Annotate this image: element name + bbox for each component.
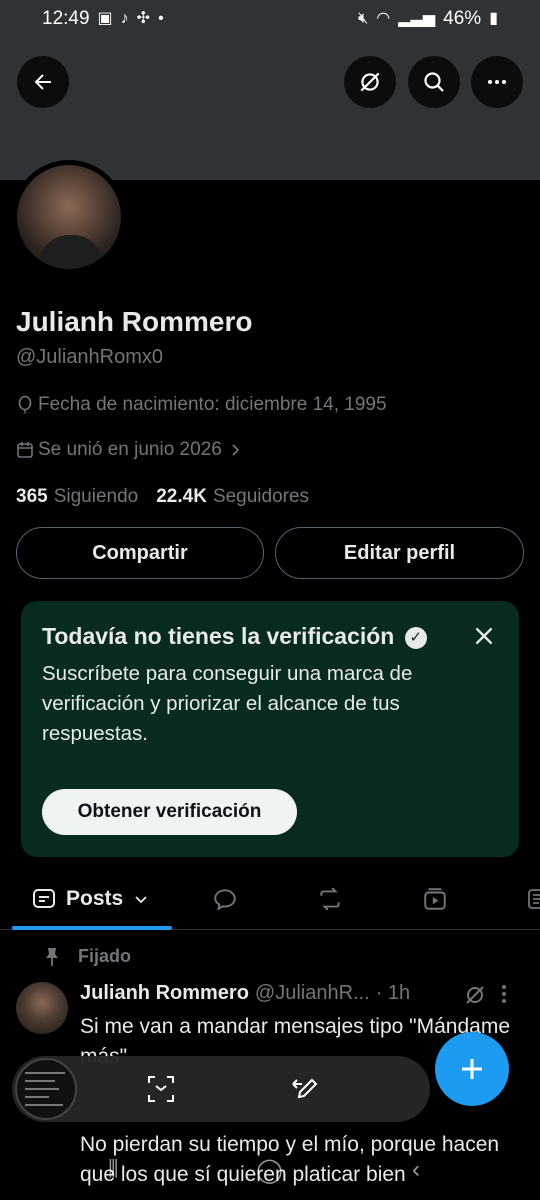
more-horizontal-icon	[488, 80, 506, 84]
pinned-label: Fijado	[78, 946, 131, 966]
grok-icon	[466, 986, 484, 1004]
posts-icon	[33, 889, 55, 908]
post-author-handle[interactable]: @JulianhR...	[255, 982, 370, 1005]
pin-icon	[46, 947, 58, 966]
tab-replies[interactable]	[212, 870, 238, 928]
plus-icon	[462, 1059, 482, 1079]
dot-icon: •	[158, 10, 164, 27]
share-button[interactable]: Compartir	[16, 527, 264, 579]
following-label[interactable]: Siguiendo	[54, 486, 139, 508]
battery-percent: 46%	[443, 8, 482, 29]
media-icon	[424, 888, 446, 910]
arrow-left-icon	[34, 74, 51, 90]
home-icon[interactable]: ◯	[256, 1156, 283, 1185]
close-icon[interactable]	[471, 623, 497, 649]
verification-body: Suscríbete para conseguir una marca de v…	[42, 662, 413, 745]
tab-posts-label: Posts	[66, 887, 124, 910]
profile-tabs: Posts	[0, 870, 540, 930]
profile-handle: @JulianhRomx0	[16, 346, 164, 368]
joined-text: Se unió en junio 2026	[38, 439, 222, 460]
reply-icon	[214, 889, 236, 911]
more-options-button[interactable]	[471, 56, 523, 108]
back-nav-icon[interactable]: ‹	[412, 1156, 420, 1184]
recent-apps-icon[interactable]: ⦀	[108, 1156, 119, 1184]
status-bar: 12:49 ▣ ♪ ✣ • 🔇︎ ◠ ▂▃▅ 46% ▮	[0, 0, 540, 38]
post-author-name[interactable]: Julianh Rommero	[80, 982, 249, 1005]
chevron-down-icon	[135, 896, 147, 904]
post-grok-button[interactable]	[463, 983, 487, 1012]
pinned-indicator: Fijado	[44, 946, 131, 967]
edit-profile-button[interactable]: Editar perfil	[275, 527, 524, 579]
gallery-icon: ▣	[97, 10, 113, 27]
edit-screenshot-icon[interactable]	[288, 1074, 318, 1104]
compose-fab[interactable]	[435, 1032, 509, 1106]
avatar-photo	[17, 165, 121, 269]
battery-icon: ▮	[489, 10, 498, 27]
scan-capture-icon[interactable]	[146, 1074, 176, 1104]
active-tab-indicator	[12, 926, 172, 930]
balloon-icon	[18, 395, 32, 414]
joined-row[interactable]: Se unió en junio 2026	[16, 439, 244, 461]
verification-promo-card: Todavía no tienes la verificación ✓ Susc…	[21, 601, 519, 857]
birthdate-text: Fecha de nacimiento: diciembre 14, 1995	[38, 394, 387, 415]
chevron-right-icon	[232, 444, 239, 456]
verified-badge-icon: ✓	[404, 626, 427, 649]
following-count[interactable]: 365	[16, 486, 48, 508]
verification-title: Todavía no tienes la verificación ✓	[42, 621, 442, 651]
grok-icon	[360, 72, 380, 92]
wifi-icon: ◠	[376, 10, 391, 27]
get-verified-button[interactable]: Obtener verificación	[42, 789, 297, 835]
status-time: 12:49	[42, 8, 90, 29]
pinwheel-icon: ✣	[136, 10, 151, 27]
profile-name: Julianh Rommero	[16, 306, 253, 337]
birthdate-row: Fecha de nacimiento: diciembre 14, 1995	[16, 394, 387, 416]
repost-icon	[320, 887, 340, 911]
followers-label[interactable]: Seguidores	[213, 486, 309, 508]
more-vertical-icon	[502, 985, 506, 1003]
calendar-icon	[17, 442, 33, 458]
post-more-button[interactable]	[500, 984, 508, 1010]
mute-icon: 🔇︎	[358, 10, 369, 27]
back-button[interactable]	[17, 56, 69, 108]
grok-button[interactable]	[344, 56, 396, 108]
signal-icon: ▂▃▅	[398, 10, 436, 27]
tab-posts[interactable]: Posts	[32, 870, 149, 928]
post-author-avatar[interactable]	[16, 982, 68, 1034]
followers-count[interactable]: 22.4K	[156, 486, 207, 508]
screenshot-thumbnail[interactable]	[15, 1058, 77, 1120]
tab-media[interactable]	[422, 870, 448, 928]
post-time: · 1h	[375, 982, 411, 1004]
follow-stats: 365 Siguiendo 22.4K Seguidores	[16, 486, 309, 508]
tab-articles[interactable]	[526, 870, 540, 928]
post-header: Julianh Rommero @JulianhR... · 1h	[80, 982, 410, 1005]
search-icon	[424, 72, 444, 92]
article-icon	[528, 889, 540, 909]
tiktok-icon: ♪	[120, 10, 129, 27]
tab-reposts[interactable]	[316, 870, 344, 928]
search-button[interactable]	[408, 56, 460, 108]
profile-avatar[interactable]	[12, 160, 126, 274]
